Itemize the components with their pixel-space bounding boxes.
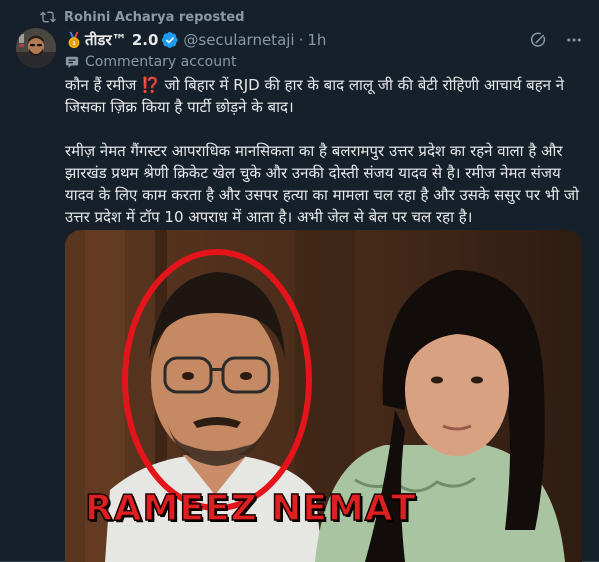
grok-icon[interactable]	[529, 31, 547, 49]
svg-text:1: 1	[72, 41, 76, 47]
media-caption: RAMEEZ NEMAT	[84, 487, 417, 530]
tweet-text: कौन हैं रमीज ⁉️ जो बिहार में RJD की हार …	[65, 74, 585, 228]
commentary-badge-icon	[65, 56, 79, 69]
medal-icon: 1	[68, 31, 80, 49]
repost-label: Rohini Acharya reposted	[64, 9, 245, 25]
tweet-paragraph-1: कौन हैं रमीज ⁉️ जो बिहार में RJD की हार …	[65, 76, 565, 116]
separator-dot: ·	[298, 31, 304, 49]
timestamp[interactable]: 1h	[307, 31, 326, 49]
tweet-paragraph-2: रमीज़ नेमत गैंगस्टर आपराधिक मानसिकता का …	[65, 142, 579, 226]
verified-badge-icon	[162, 31, 179, 48]
avatar-image	[16, 28, 56, 68]
repost-indicator[interactable]: Rohini Acharya reposted	[40, 8, 244, 26]
tweet-header: 1 तीडर™ 2.0 @secularnetaji · 1h	[65, 30, 583, 50]
avatar[interactable]	[16, 28, 56, 68]
author-handle[interactable]: @secularnetaji	[183, 31, 294, 49]
tweet-media-image[interactable]: RAMEEZ NEMAT	[65, 230, 582, 562]
commentary-label-text: Commentary account	[85, 54, 237, 70]
display-name[interactable]: तीडर™ 2.0	[85, 30, 158, 50]
repost-icon	[40, 11, 56, 23]
commentary-account-label[interactable]: Commentary account	[65, 52, 236, 72]
more-options-icon[interactable]	[565, 31, 583, 49]
tweet[interactable]: Rohini Acharya reposted 1 तीडर™ 2.0 @sec…	[0, 0, 599, 562]
